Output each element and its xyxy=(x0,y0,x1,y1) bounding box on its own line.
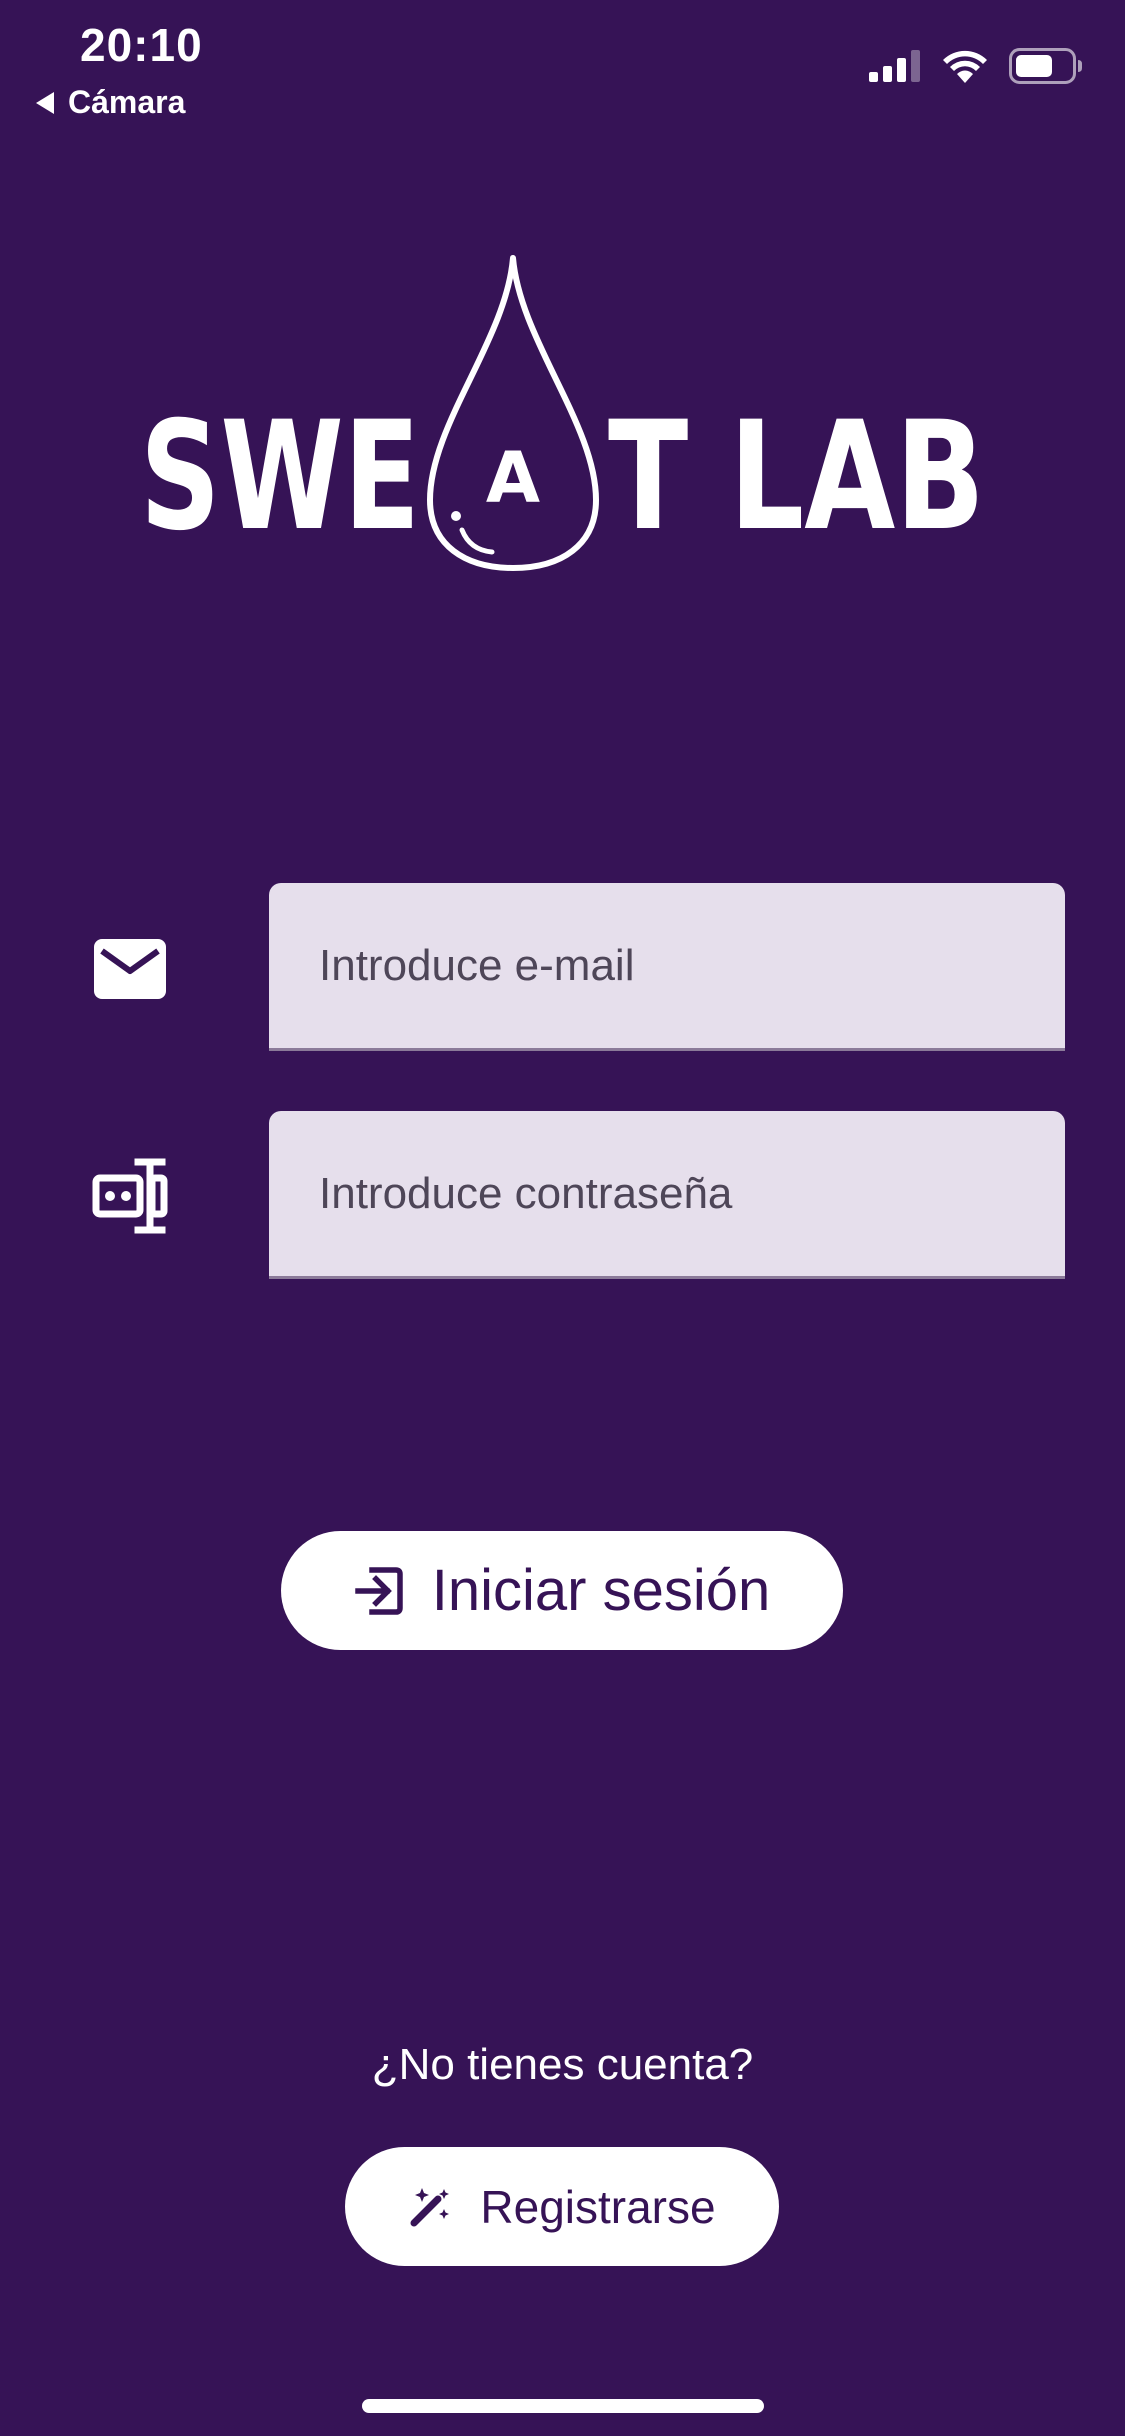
app-logo: SWE A T LAB xyxy=(140,255,985,571)
logo-text-right: T LAB xyxy=(608,390,985,564)
back-to-camera-link[interactable]: Cámara xyxy=(36,84,185,121)
login-button-label: Iniciar sesión xyxy=(431,1558,771,1623)
cellular-signal-icon xyxy=(869,50,920,82)
register-button-label: Registrarse xyxy=(480,2180,716,2233)
password-cursor-icon xyxy=(90,1156,170,1236)
password-input[interactable] xyxy=(317,1167,1065,1220)
battery-icon xyxy=(1009,48,1082,84)
back-triangle-icon xyxy=(36,91,54,114)
back-label: Cámara xyxy=(68,84,186,120)
wifi-icon xyxy=(943,50,987,83)
email-input[interactable] xyxy=(317,939,1065,992)
status-icons xyxy=(869,48,1083,84)
water-drop-icon xyxy=(427,255,599,571)
logo-drop-letter: A xyxy=(486,437,540,519)
home-indicator[interactable] xyxy=(362,2399,764,2413)
envelope-icon xyxy=(90,929,170,1009)
no-account-prompt: ¿No tienes cuenta? xyxy=(371,2040,754,2089)
login-button[interactable]: Iniciar sesión xyxy=(281,1531,843,1650)
status-time: 20:10 xyxy=(80,19,203,71)
login-arrow-icon xyxy=(355,1566,403,1615)
magic-wand-icon xyxy=(410,2187,450,2226)
email-field[interactable] xyxy=(269,883,1065,1051)
register-button[interactable]: Registrarse xyxy=(345,2147,779,2266)
password-field[interactable] xyxy=(269,1111,1065,1279)
logo-text-left: SWE xyxy=(140,390,420,564)
